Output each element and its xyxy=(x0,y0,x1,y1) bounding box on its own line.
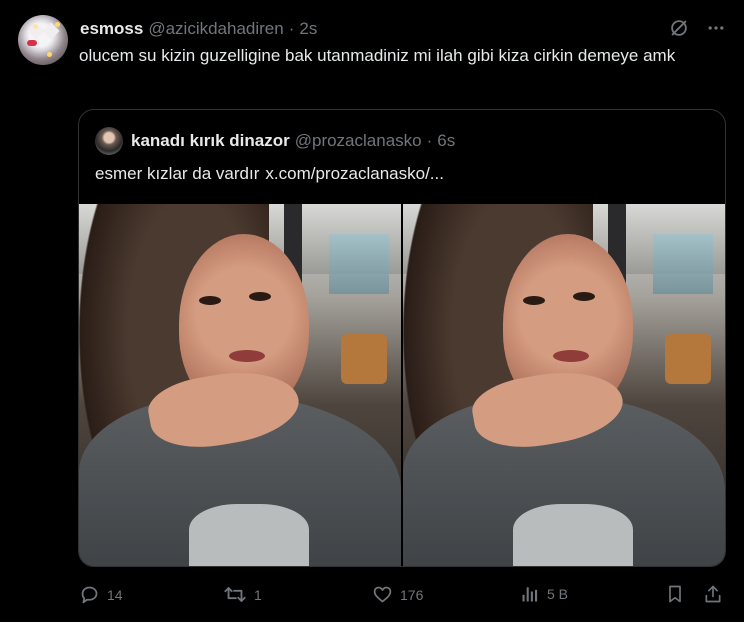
tweet-actions: 14 1 176 5 B xyxy=(79,584,725,606)
photo-eye xyxy=(523,296,545,305)
quote-body: esmer kızlar da vardır xyxy=(95,164,260,183)
avatar-bow xyxy=(27,40,37,46)
photo-window xyxy=(329,234,389,294)
media-grid xyxy=(79,204,725,566)
photo-lips xyxy=(553,350,589,362)
heart-icon xyxy=(372,584,393,605)
share-icon xyxy=(703,584,723,604)
like-button[interactable]: 176 xyxy=(372,584,423,605)
timestamp[interactable]: 2s xyxy=(299,19,317,39)
quote-header: kanadı kırık dinazor @prozaclanasko · 6s xyxy=(95,126,455,156)
photo-chair xyxy=(341,334,387,384)
photo-window xyxy=(653,234,713,294)
reply-icon xyxy=(79,584,100,605)
like-count: 176 xyxy=(400,586,424,603)
views-icon xyxy=(520,584,540,604)
photo-eye xyxy=(573,292,595,301)
tweet-header: esmoss @azicikdahadiren · 2s xyxy=(80,19,317,39)
separator-dot: · xyxy=(426,131,433,150)
photo-top xyxy=(189,504,309,566)
quote-timestamp[interactable]: 6s xyxy=(437,131,455,151)
avatar-sparkle xyxy=(55,22,60,27)
quote-display-name[interactable]: kanadı kırık dinazor xyxy=(131,131,290,151)
reply-count: 14 xyxy=(107,586,123,603)
separator-dot: · xyxy=(288,19,295,38)
photo-lips xyxy=(229,350,265,362)
user-handle[interactable]: @azicikdahadiren xyxy=(148,19,283,39)
reply-button[interactable]: 14 xyxy=(79,584,123,605)
avatar[interactable] xyxy=(18,15,68,65)
retweet-count: 1 xyxy=(254,586,262,603)
retweet-icon xyxy=(223,584,247,605)
tweet[interactable]: esmoss @azicikdahadiren · 2s olucem su k… xyxy=(0,0,744,622)
retweet-button[interactable]: 1 xyxy=(223,584,262,605)
views-button[interactable]: 5 B xyxy=(520,584,568,604)
media-photo-2[interactable] xyxy=(403,204,725,566)
photo-eye xyxy=(199,296,221,305)
quote-avatar[interactable] xyxy=(95,127,123,155)
grok-icon[interactable] xyxy=(668,17,690,39)
share-button[interactable] xyxy=(703,584,723,604)
tweet-text: olucem su kizin guzelligine bak utanmadi… xyxy=(79,46,676,65)
quoted-tweet[interactable]: kanadı kırık dinazor @prozaclanasko · 6s… xyxy=(78,109,726,567)
bookmark-button[interactable] xyxy=(665,584,685,604)
display-name[interactable]: esmoss xyxy=(80,19,143,39)
photo-chair xyxy=(665,334,711,384)
photo-top xyxy=(513,504,633,566)
photo-eye xyxy=(249,292,271,301)
quote-text: esmer kızlar da vardır x.com/prozaclanask… xyxy=(95,162,444,186)
media-photo-1[interactable] xyxy=(79,204,401,566)
quote-link[interactable]: x.com/prozaclanasko/... xyxy=(265,164,444,183)
tweet-top-actions xyxy=(668,17,726,39)
more-icon[interactable] xyxy=(706,18,726,38)
quote-user-handle[interactable]: @prozaclanasko xyxy=(295,131,422,151)
bookmark-icon xyxy=(665,584,685,604)
views-count: 5 B xyxy=(547,586,569,602)
